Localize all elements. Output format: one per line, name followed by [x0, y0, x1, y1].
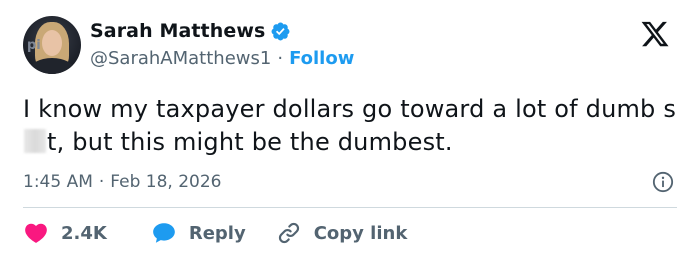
x-logo-icon[interactable]: [640, 19, 670, 49]
like-button[interactable]: 2.4K: [23, 220, 107, 246]
follow-button[interactable]: Follow: [289, 48, 354, 69]
tweet-text-part-1: I know my taxpayer dollars go toward a l…: [23, 95, 677, 123]
reply-label: Reply: [188, 222, 246, 244]
author-name[interactable]: Sarah Matthews: [90, 20, 265, 42]
tweet-timestamp[interactable]: 1:45 AM · Feb 18, 2026: [23, 172, 222, 192]
author-handle-row: @SarahAMatthews1 · Follow: [90, 48, 354, 69]
tweet-time: 1:45 AM: [23, 172, 93, 192]
tweet-text: I know my taxpayer dollars go toward a l…: [23, 93, 683, 159]
censored-blur: [24, 129, 46, 153]
tweet-date: Feb 18, 2026: [110, 172, 222, 192]
copy-link-button[interactable]: Copy link: [276, 220, 408, 246]
divider: [23, 207, 677, 208]
avatar-logo-text: pi: [27, 38, 41, 53]
avatar[interactable]: pi: [23, 16, 81, 74]
link-icon: [278, 222, 299, 244]
speech-bubble-icon: [153, 223, 175, 243]
author-name-row: Sarah Matthews: [90, 20, 291, 42]
reply-button[interactable]: Reply: [151, 220, 246, 246]
author-handle[interactable]: @SarahAMatthews1: [90, 48, 271, 69]
copy-link-label: Copy link: [313, 222, 408, 244]
info-icon[interactable]: [652, 171, 674, 193]
timestamp-separator: ·: [98, 172, 105, 192]
action-bar: 2.4K Reply Copy link: [23, 220, 407, 246]
like-count: 2.4K: [61, 222, 107, 244]
avatar-face: [42, 30, 62, 56]
tweet-text-part-2: t, but this might be the dumbest.: [47, 128, 453, 156]
handle-separator: ·: [277, 48, 284, 69]
heart-icon: [25, 223, 47, 243]
verified-badge-icon: [271, 22, 290, 40]
